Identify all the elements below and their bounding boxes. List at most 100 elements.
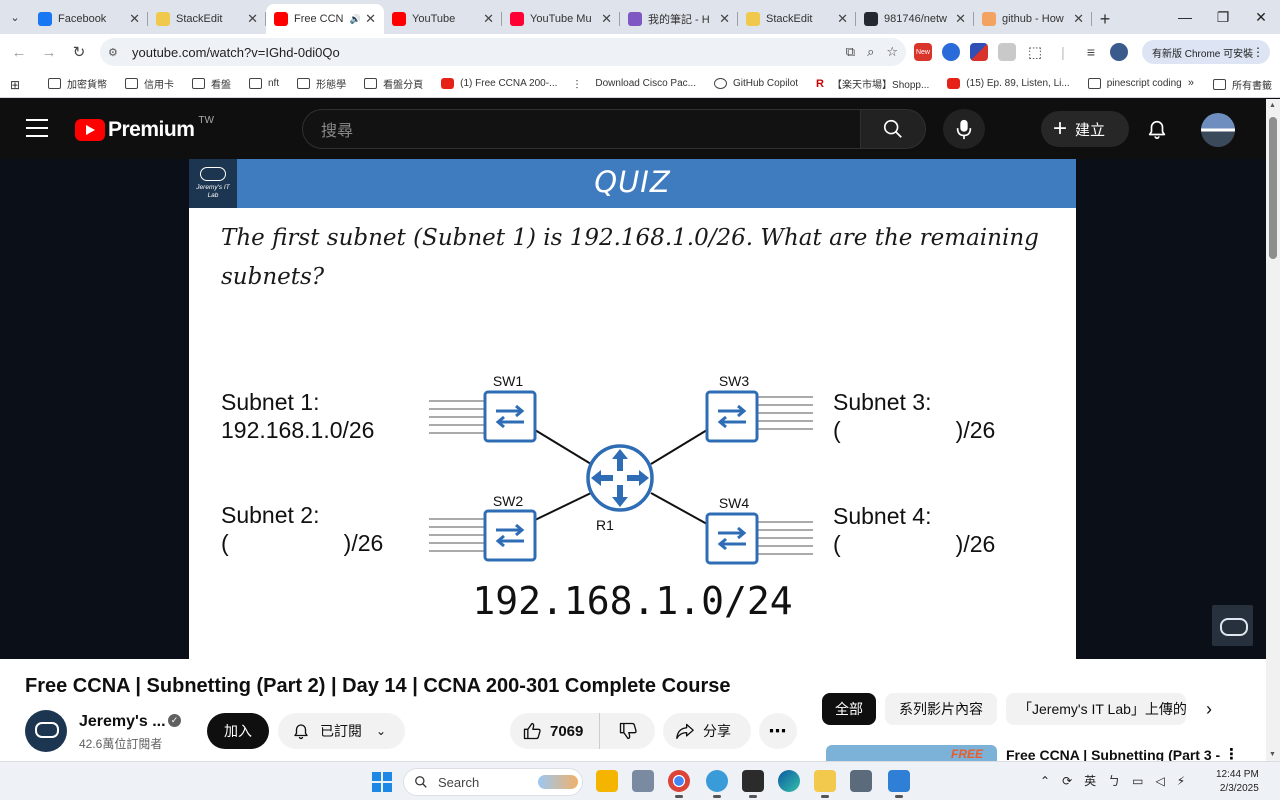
dislike-button[interactable] — [600, 721, 655, 741]
terminal-icon[interactable] — [742, 770, 764, 798]
channel-watermark-icon[interactable] — [1212, 605, 1253, 646]
bookmark-item[interactable]: R 【楽天市場】Shopp... — [816, 76, 929, 91]
all-bookmarks-button[interactable]: 所有書籤 — [1213, 77, 1272, 92]
page-scrollbar[interactable]: ▲ ▼ — [1266, 99, 1280, 761]
extension-flag-icon[interactable] — [970, 43, 988, 61]
ime-indicator[interactable]: 英 — [1084, 772, 1096, 789]
youtube-premium-logo[interactable]: Premium TW — [75, 115, 214, 143]
minimize-button[interactable]: — — [1166, 0, 1204, 34]
zoom-icon[interactable]: ⌕ — [867, 44, 874, 60]
notes-app-icon[interactable] — [814, 770, 836, 798]
close-tab-icon[interactable]: ✕ — [365, 11, 376, 27]
close-tab-icon[interactable]: ✕ — [247, 11, 258, 27]
more-actions-button[interactable]: ⋯ — [759, 713, 797, 749]
windows-start-icon[interactable] — [372, 772, 392, 792]
share-button[interactable]: 分享 — [663, 713, 751, 749]
chip-series[interactable]: 系列影片內容 — [885, 693, 997, 725]
ime-mode-icon[interactable]: ㄅ — [1108, 772, 1120, 789]
bookmark-item[interactable]: 看盤 — [192, 76, 231, 91]
tray-overflow-icon[interactable]: ⌃ — [1040, 774, 1050, 788]
notepad-icon[interactable] — [888, 770, 910, 798]
browser-tab[interactable]: 981746/netw ✕ — [856, 4, 974, 34]
browser-tab[interactable]: StackEdit ✕ — [738, 4, 856, 34]
back-button[interactable]: ← — [4, 37, 34, 67]
reload-button[interactable]: ↻ — [64, 37, 94, 67]
bookmark-item[interactable]: (15) Ep. 89, Listen, Li... — [947, 78, 1070, 89]
bookmarks-overflow-button[interactable]: » — [1188, 77, 1194, 89]
bookmark-item[interactable]: ⫶ Download Cisco Pac... — [575, 78, 696, 92]
site-info-icon[interactable]: ⚙ — [108, 46, 126, 59]
browser-tab[interactable]: YouTube ✕ — [384, 4, 502, 34]
notifications-bell-icon[interactable] — [1146, 117, 1168, 141]
search-input[interactable]: 搜尋 — [302, 109, 860, 149]
scroll-up-icon[interactable]: ▲ — [1269, 102, 1276, 109]
channel-avatar[interactable] — [25, 710, 67, 752]
chrome-menu-icon[interactable]: ⋮ — [1252, 45, 1264, 59]
cast-icon[interactable]: ⧉ — [846, 44, 855, 60]
profile-avatar[interactable] — [1110, 43, 1128, 61]
voice-search-button[interactable] — [943, 109, 985, 149]
close-tab-icon[interactable]: ✕ — [129, 11, 140, 27]
chevron-right-icon[interactable]: › — [1206, 699, 1212, 720]
taskbar-clock[interactable]: 12:44 PM 2/3/2025 — [1216, 768, 1259, 796]
scrollbar-thumb[interactable] — [1269, 117, 1277, 259]
bookmark-item[interactable]: GitHub Copilot — [714, 78, 798, 89]
chrome-icon[interactable] — [668, 770, 690, 798]
channel-name[interactable]: Jeremy's ... — [79, 713, 166, 731]
bookmark-item[interactable]: nft — [249, 78, 279, 89]
apps-button[interactable]: ⊞ — [10, 78, 30, 92]
account-avatar[interactable] — [1201, 113, 1235, 147]
chip-from-channel[interactable]: 「Jeremy's IT Lab」上傳的 — [1006, 693, 1186, 725]
browser-tab[interactable]: StackEdit ✕ — [148, 4, 266, 34]
forward-button[interactable]: → — [34, 37, 64, 67]
join-button[interactable]: 加入 — [207, 713, 269, 749]
close-window-button[interactable]: ✕ — [1242, 0, 1280, 34]
network-icon[interactable]: ▭ — [1132, 774, 1143, 788]
extension-globe-icon[interactable] — [942, 43, 960, 61]
bookmark-item[interactable]: 形態學 — [297, 76, 346, 91]
battery-icon[interactable]: ⚡ — [1177, 774, 1185, 788]
browser-tab[interactable]: 我的筆記 - H ✕ — [620, 4, 738, 34]
close-tab-icon[interactable]: ✕ — [719, 11, 730, 27]
browser-tab[interactable]: Facebook ✕ — [30, 4, 148, 34]
extension-image-icon[interactable] — [998, 43, 1016, 61]
recommended-thumbnail[interactable]: FREE — [826, 745, 997, 761]
url-text[interactable]: youtube.com/watch?v=IGhd-0di0Qo — [132, 45, 340, 60]
restore-button[interactable]: ❐ — [1204, 0, 1242, 34]
tab-search-button[interactable]: ⌄ — [0, 0, 30, 34]
video-player[interactable]: QUIZ Jeremy's IT Lab The first subnet (S… — [0, 159, 1266, 659]
scroll-down-icon[interactable]: ▼ — [1269, 751, 1276, 758]
telegram-icon[interactable] — [706, 770, 728, 798]
bookmark-item[interactable]: 信用卡 — [125, 76, 174, 91]
close-tab-icon[interactable]: ✕ — [955, 11, 966, 27]
tab-audio-icon[interactable]: 🔊 — [350, 14, 361, 25]
taskbar-search[interactable]: Search — [403, 768, 583, 796]
close-tab-icon[interactable]: ✕ — [837, 11, 848, 27]
bookmark-item[interactable]: pinescript coding — [1087, 78, 1182, 89]
close-tab-icon[interactable]: ✕ — [601, 11, 612, 27]
app-store-icon[interactable] — [632, 770, 654, 792]
guide-menu-icon[interactable] — [26, 119, 48, 137]
like-button[interactable]: 7069 — [510, 713, 600, 749]
bookmark-star-icon[interactable]: ☆ — [886, 44, 898, 60]
subscribed-button[interactable]: 已訂閱 ⌄ — [278, 713, 405, 749]
browser-tab[interactable]: Free CCN 🔊 ✕ — [266, 4, 384, 34]
new-tab-button[interactable]: + — [1092, 4, 1118, 34]
edge-icon[interactable] — [778, 770, 800, 792]
address-bar[interactable]: ⚙ youtube.com/watch?v=IGhd-0di0Qo ⧉ ⌕ ☆ — [100, 38, 906, 66]
extensions-puzzle-icon[interactable]: ⬚ — [1026, 43, 1044, 61]
bookmark-item[interactable]: 看盤分頁 — [364, 76, 423, 91]
browser-tab[interactable]: YouTube Mu ✕ — [502, 4, 620, 34]
search-button[interactable] — [860, 109, 926, 149]
calculator-icon[interactable] — [850, 770, 872, 792]
close-tab-icon[interactable]: ✕ — [1073, 11, 1084, 27]
chip-all[interactable]: 全部 — [822, 693, 876, 725]
browser-tab[interactable]: github - How ✕ — [974, 4, 1092, 34]
extension-new-icon[interactable]: New — [914, 43, 932, 61]
bookmark-item[interactable]: (1) Free CCNA 200-... — [441, 78, 557, 89]
create-button[interactable]: + 建立 — [1041, 111, 1129, 147]
volume-icon[interactable]: ◁ — [1156, 774, 1165, 788]
close-tab-icon[interactable]: ✕ — [483, 11, 494, 27]
file-explorer-icon[interactable] — [596, 770, 618, 792]
sync-icon[interactable]: ⟳ — [1062, 774, 1072, 788]
